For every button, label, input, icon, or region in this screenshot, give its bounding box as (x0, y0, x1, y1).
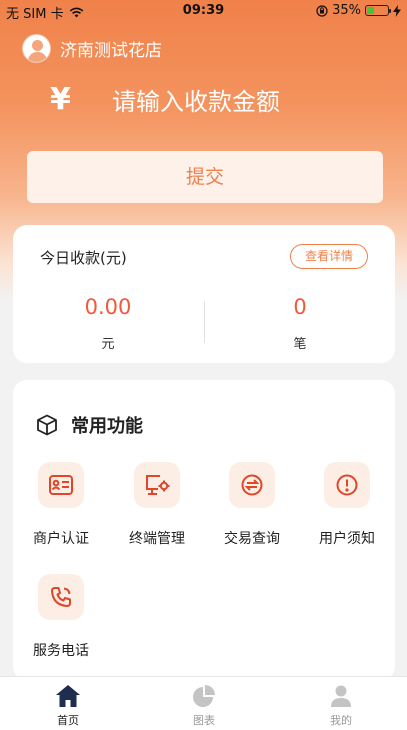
terminal-management-item[interactable]: 终端管理 (111, 462, 203, 548)
transaction-count-value: 0 (293, 295, 307, 319)
tab-home[interactable]: 首页 (23, 683, 113, 728)
alert-circle-icon (336, 474, 358, 496)
amount-input[interactable] (112, 84, 382, 120)
common-functions-card: 常用功能 商户认证 终端管理 交易查询 用户须知 服务电话 (13, 380, 395, 680)
status-bar: 无 SIM 卡 09:39 35% (0, 0, 407, 22)
tab-mine[interactable]: 我的 (296, 683, 386, 728)
service-phone-item[interactable]: 服务电话 (15, 574, 107, 660)
terminal-management-label: 终端管理 (129, 531, 185, 547)
currency-symbol: ¥ (50, 82, 71, 117)
service-phone-label: 服务电话 (33, 643, 89, 659)
avatar (22, 34, 51, 63)
transaction-count: 0 笔 (225, 295, 375, 352)
cube-icon (37, 414, 57, 436)
tab-charts[interactable]: 图表 (159, 683, 249, 728)
phone-icon (51, 587, 71, 607)
submit-button[interactable]: 提交 (27, 151, 383, 203)
common-functions-title: 常用功能 (71, 416, 143, 437)
id-card-icon (49, 475, 73, 495)
transaction-count-unit: 笔 (293, 337, 307, 352)
monitor-settings-icon (146, 475, 170, 495)
income-amount-value: 0.00 (84, 295, 132, 319)
store-header[interactable]: 济南测试花店 (22, 34, 162, 63)
view-details-button[interactable]: 查看详情 (290, 244, 368, 269)
exchange-icon (241, 474, 263, 496)
store-name: 济南测试花店 (60, 41, 162, 61)
merchant-verification-item[interactable]: 商户认证 (15, 462, 107, 548)
home-icon (56, 685, 80, 707)
orientation-lock-icon (316, 4, 328, 17)
income-amount: 0.00 元 (33, 295, 183, 352)
tab-mine-label: 我的 (330, 714, 352, 727)
charging-bolt-icon (393, 4, 401, 17)
today-income-title: 今日收款(元) (40, 249, 127, 267)
user-notice-item[interactable]: 用户须知 (301, 462, 393, 548)
battery-percent: 35% (332, 3, 361, 18)
transaction-query-label: 交易查询 (224, 531, 280, 547)
income-amount-unit: 元 (101, 337, 115, 352)
today-income-card: 今日收款(元) 查看详情 0.00 元 0 笔 (13, 225, 395, 363)
user-notice-label: 用户须知 (319, 531, 375, 547)
stats-divider (204, 301, 205, 343)
user-icon (331, 685, 351, 707)
merchant-verification-label: 商户认证 (33, 531, 89, 547)
tab-bar: 首页 图表 我的 (0, 676, 407, 730)
tab-charts-label: 图表 (193, 714, 215, 727)
battery-icon (365, 5, 391, 16)
tab-home-label: 首页 (57, 714, 79, 727)
transaction-query-item[interactable]: 交易查询 (206, 462, 298, 548)
pie-chart-icon (193, 685, 215, 707)
